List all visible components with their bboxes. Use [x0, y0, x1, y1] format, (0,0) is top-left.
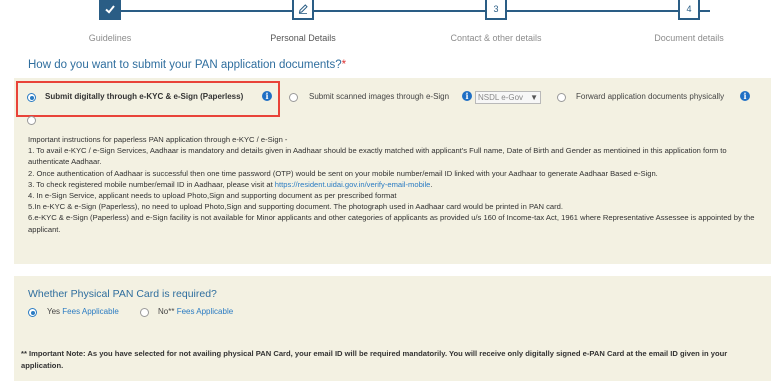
option-scanned-label[interactable]: Submit scanned images through e-Sign [309, 92, 449, 101]
instruction-item: 6.e-KYC & e-Sign (Paperless) and e-Sign … [28, 213, 755, 234]
info-icon[interactable]: i [740, 91, 750, 101]
check-icon [105, 5, 115, 14]
step-4-number: 4 [686, 4, 692, 14]
esign-provider-select[interactable]: NSDL e-Gov ▼ [475, 91, 541, 104]
instruction-3-suffix: . [430, 179, 433, 189]
yes-text: Yes [47, 307, 61, 316]
required-mark: * [341, 59, 347, 71]
physical-no-radio[interactable] [140, 308, 149, 317]
step-4-box[interactable]: 4 [678, 0, 700, 20]
physical-yes-radio[interactable] [28, 308, 37, 317]
option-scanned-radio[interactable] [289, 93, 298, 102]
step-3-label: Contact & other details [450, 33, 542, 43]
esign-provider-value: NSDL e-Gov [478, 93, 524, 102]
option-paperless-label[interactable]: Submit digitally through e-KYC & e-Sign … [45, 92, 243, 101]
step-2-box[interactable] [292, 0, 314, 20]
stepper-line [110, 10, 710, 12]
physical-no-label[interactable]: No** Fees Applicable [158, 307, 233, 316]
step-4-label: Document details [654, 33, 724, 43]
submission-question: How do you want to submit your PAN appli… [28, 59, 346, 71]
step-1-label: Guidelines [88, 33, 132, 43]
important-note: ** Important Note: As you have selected … [21, 349, 728, 370]
uidai-verify-link[interactable]: https://resident.uidai.gov.in/verify-ema… [275, 180, 431, 189]
instruction-item: 3. To check registered mobile number/ema… [28, 179, 768, 190]
instruction-3-text: 3. To check registered mobile number/ema… [28, 179, 275, 189]
info-icon[interactable]: i [262, 91, 272, 101]
instruction-item: 5.In e-KYC & e-Sign (Paperless), no need… [28, 202, 563, 212]
option-physical-label[interactable]: Forward application documents physically [576, 92, 724, 101]
physical-card-question: Whether Physical PAN Card is required? [28, 288, 217, 300]
pencil-icon [298, 4, 308, 14]
progress-stepper: 3 4 Guidelines Personal Details Contact … [0, 0, 773, 50]
step-1-box[interactable] [99, 0, 121, 20]
instruction-item: 4. In e-Sign Service, applicant needs to… [28, 191, 397, 201]
no-fees-link[interactable]: Fees Applicable [177, 307, 233, 316]
step-3-box[interactable]: 3 [485, 0, 507, 20]
chevron-down-icon: ▼ [530, 93, 538, 102]
step-2-label: Personal Details [270, 33, 336, 43]
option-paperless-radio[interactable] [27, 93, 36, 102]
instructions-heading: Important instructions for paperless PAN… [28, 135, 288, 144]
extra-radio[interactable] [27, 116, 36, 125]
instructions-block: Important instructions for paperless PAN… [28, 134, 768, 235]
yes-fees-link[interactable]: Fees Applicable [62, 307, 118, 316]
info-icon[interactable]: i [462, 91, 472, 101]
instruction-item: 2. Once authentication of Aadhaar is suc… [28, 168, 658, 178]
no-text: No** [158, 307, 175, 316]
option-physical-radio[interactable] [557, 93, 566, 102]
step-3-number: 3 [493, 4, 499, 14]
submission-question-text: How do you want to submit your PAN appli… [28, 59, 342, 71]
physical-yes-label[interactable]: Yes Fees Applicable [47, 307, 119, 316]
instruction-item: 1. To avail e-KYC / e-Sign Services, Aad… [28, 146, 727, 167]
